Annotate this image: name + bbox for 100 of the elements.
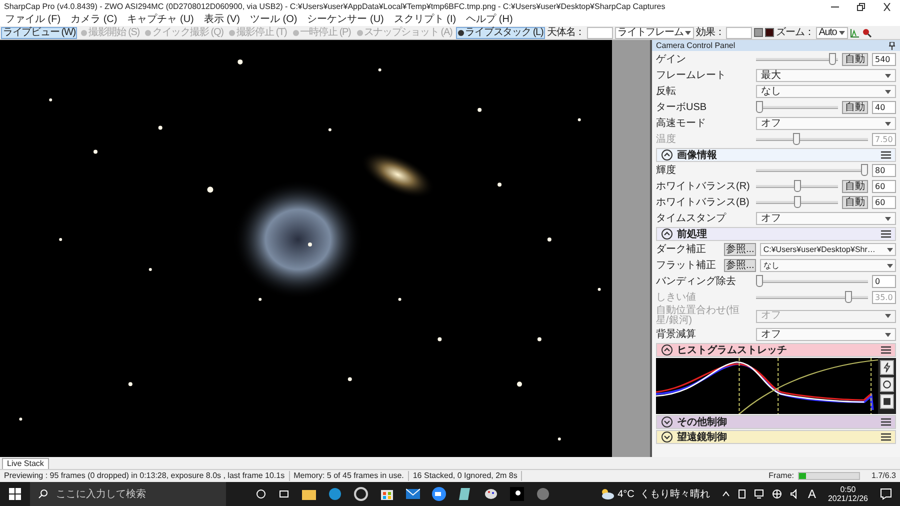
task-view-icon[interactable] [278,489,290,499]
monitor-icon[interactable] [754,489,764,499]
dropdown[interactable]: なし [756,85,896,98]
auto-button[interactable]: 自動 [842,101,868,114]
save-icon[interactable] [880,394,894,409]
weather-text[interactable]: 4°C くもり時々晴れ [618,488,710,500]
dropdown[interactable]: オフ [756,212,896,225]
dropdown[interactable]: C:¥Users¥user¥Desktop¥Shr… [760,243,896,256]
menu-icon[interactable] [881,346,891,354]
pin-icon[interactable] [888,42,896,50]
reset-icon[interactable] [880,377,894,392]
browse-button[interactable]: 参照... [724,243,756,256]
section-header[interactable]: 望遠鏡制御 [656,430,896,444]
slider-thumb[interactable] [861,164,868,176]
app-disc-icon[interactable] [536,487,550,501]
menu-item[interactable]: キャプチャ (U) [122,14,199,25]
dropdown[interactable]: Auto [816,26,848,38]
slider-track[interactable] [756,53,838,66]
value-field[interactable]: 80 [872,164,896,177]
text-field[interactable] [586,26,613,38]
menu-icon[interactable] [881,418,891,426]
document-tab[interactable]: Live Stack [2,458,49,469]
globe-icon[interactable] [772,489,782,499]
menu-item[interactable]: ファイル (F) [0,14,66,25]
fill-swatch-icon[interactable] [754,28,764,37]
menu-icon[interactable] [881,230,891,238]
expand-icon[interactable] [661,431,673,443]
level-marker-line[interactable] [870,358,872,414]
weather-cloud-icon[interactable] [600,488,614,500]
menu-item[interactable]: シーケンサー (U) [302,14,389,25]
section-header[interactable]: 画像情報 [656,148,896,162]
menu-item[interactable]: カメラ (C) [66,14,122,25]
restore-icon[interactable] [856,2,866,10]
section-header[interactable]: ヒストグラムストレッチ [656,343,896,357]
zoom-icon[interactable] [862,28,872,38]
dropdown[interactable]: オフ [756,117,896,130]
slider-track[interactable] [756,196,838,209]
toolbar-button[interactable]: ライブスタック (L) [456,26,546,38]
taskbar-search-field[interactable]: ここに入力して検索 [30,482,226,506]
value-field[interactable]: 0 [872,275,896,288]
auto-button[interactable]: 自動 [842,53,868,66]
collapse-icon[interactable] [661,149,673,161]
ime-indicator[interactable]: A [808,488,816,500]
store-bag-icon[interactable] [380,487,394,501]
dropdown[interactable]: 最大 [756,69,896,82]
mail-icon[interactable] [406,488,420,500]
menu-item[interactable]: スクリプト (I) [388,14,462,25]
dropdown[interactable]: ライトフレーム [614,26,694,38]
value-field[interactable]: 60 [872,196,896,209]
menu-item[interactable]: 表示 (V) [198,14,245,25]
auto-button[interactable]: 自動 [842,196,868,209]
stroke-swatch-icon[interactable] [765,28,774,37]
paint-palette-icon[interactable] [484,487,498,501]
video-camera-icon[interactable] [432,487,446,501]
browser-icon[interactable] [328,487,342,501]
toolbar-button[interactable]: ライブビュー (W) [1,26,78,38]
text-field[interactable] [726,26,752,38]
histogram-icon[interactable] [850,28,860,38]
task-view-circle-icon[interactable] [256,489,266,499]
level-marker-line[interactable] [738,358,740,414]
slider-thumb[interactable] [756,101,763,113]
browse-button[interactable]: 参照... [724,259,756,272]
menu-icon[interactable] [881,151,891,159]
auto-button[interactable]: 自動 [842,180,868,193]
close-icon[interactable] [882,2,892,10]
slider-track[interactable] [756,275,868,288]
slider-track[interactable] [756,291,868,304]
slider-thumb[interactable] [794,196,800,208]
slider-track[interactable] [756,180,838,193]
menu-icon[interactable] [881,433,891,441]
notepad-icon[interactable] [458,487,472,501]
expand-icon[interactable] [661,416,673,428]
section-header[interactable]: 前処理 [656,227,896,241]
lightning-icon[interactable] [880,360,894,375]
section-header[interactable]: その他制御 [656,415,896,429]
windows-start-icon[interactable] [9,488,21,500]
slider-thumb[interactable] [756,275,763,287]
dropdown[interactable]: なし [760,259,896,272]
clock-date[interactable]: 2021/12/26 [828,494,868,503]
menu-item[interactable]: ヘルプ (H) [461,14,518,25]
device-icon[interactable] [738,489,746,499]
value-field[interactable]: 40 [872,101,896,114]
menu-item[interactable]: ツール (O) [245,14,302,25]
folder-icon[interactable] [302,488,316,500]
chevron-up-icon[interactable] [722,491,730,497]
clock-time[interactable]: 0:50 [840,485,856,494]
slider-thumb[interactable] [828,53,836,65]
slider-track[interactable] [756,133,868,146]
slider-thumb[interactable] [794,180,800,192]
slider-track[interactable] [756,164,868,177]
value-field[interactable]: 540 [872,53,896,66]
notification-icon[interactable] [880,488,892,500]
value-field[interactable]: 60 [872,180,896,193]
dropdown[interactable]: オフ [756,328,896,341]
app-dark-icon[interactable] [510,487,524,501]
level-marker-line[interactable] [778,358,779,414]
control-label: ダーク補正 [656,244,707,254]
collapse-icon[interactable] [661,228,673,240]
slider-track[interactable] [756,101,838,114]
collapse-icon[interactable] [661,344,673,356]
